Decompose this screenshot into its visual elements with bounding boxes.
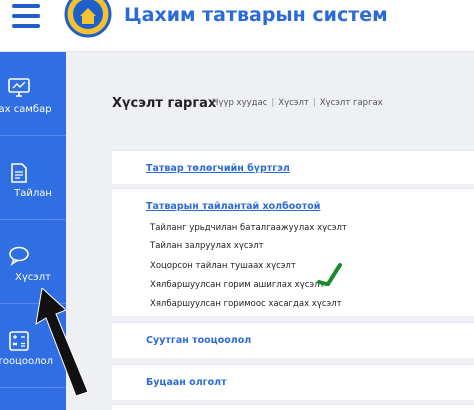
list-item[interactable]: Хоцорсон тайлан тушаах хүсэлт bbox=[150, 261, 296, 271]
card-refund-link[interactable]: Буцаан олголт bbox=[146, 377, 227, 388]
top-header: Цахим татварын систем bbox=[0, 0, 474, 52]
card-tax-report-link[interactable]: Татварын тайлантай холбоотой bbox=[146, 201, 320, 212]
hamburger-icon[interactable] bbox=[12, 4, 40, 30]
sidebar-item-report[interactable]: Тайлан bbox=[0, 136, 66, 220]
checkmark-icon bbox=[316, 262, 346, 292]
sidebar-item-label: Тайлан bbox=[14, 188, 52, 199]
pointer-arrow-icon bbox=[30, 287, 100, 402]
tax-emblem-icon[interactable] bbox=[64, 0, 112, 38]
card-withholding-link[interactable]: Суутган тооцоолол bbox=[146, 335, 251, 346]
sidebar-item-dashboard[interactable]: нах самбар bbox=[0, 52, 66, 136]
app-title: Цахим татварын систем bbox=[124, 4, 388, 26]
card-taxpayer-registration: Татвар төлөгчийн бүртгэл bbox=[112, 150, 474, 184]
list-item[interactable]: Хялбаршуулсан горим ашиглах хүсэлт bbox=[150, 280, 324, 290]
page-title: Хүсэлт гаргах bbox=[112, 96, 217, 111]
breadcrumb: Нүүр хуудас | Хүсэлт | Хүсэлт гаргах bbox=[212, 98, 383, 108]
list-item[interactable]: Тайланг урьдчилан баталгаажуулах хүсэлт bbox=[150, 223, 347, 233]
card-taxpayer-registration-link[interactable]: Татвар төлөгчийн бүртгэл bbox=[146, 163, 290, 174]
card-withholding: Суутган тооцоолол bbox=[112, 322, 474, 358]
chat-bubble-icon bbox=[0, 246, 66, 268]
card-partial bbox=[112, 404, 474, 410]
dashboard-icon bbox=[0, 78, 66, 100]
breadcrumb-home[interactable]: Нүүр хуудас bbox=[212, 98, 267, 108]
list-item[interactable]: Хялбаршуулсан горимоос хасагдах хүсэлт bbox=[150, 299, 342, 309]
card-tax-report: Татварын тайлантай холбоотой Тайланг урь… bbox=[112, 188, 474, 316]
sidebar-item-label: Хүсэлт bbox=[15, 272, 51, 283]
card-refund: Буцаан олголт bbox=[112, 364, 474, 400]
sidebar-item-label: нах самбар bbox=[0, 104, 52, 115]
main-content: Хүсэлт гаргах Нүүр хуудас | Хүсэлт | Хүсэлт … bbox=[66, 52, 474, 410]
list-item[interactable]: Тайлан залруулах хүсэлт bbox=[150, 241, 264, 251]
breadcrumb-request[interactable]: Хүсэлт bbox=[278, 98, 309, 108]
breadcrumb-current: Хүсэлт гаргах bbox=[319, 98, 383, 108]
report-icon bbox=[0, 162, 66, 184]
